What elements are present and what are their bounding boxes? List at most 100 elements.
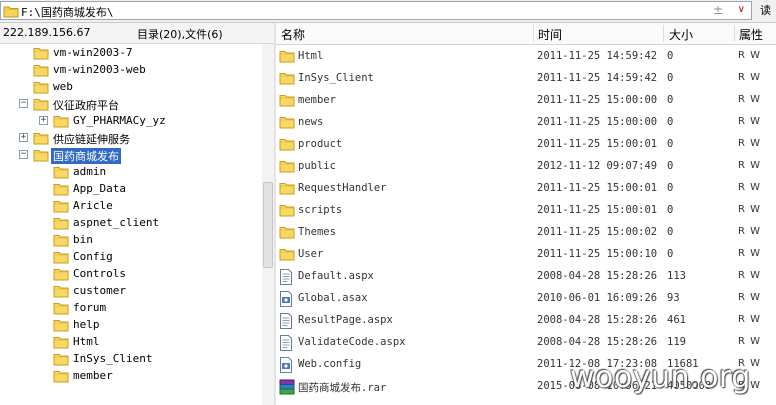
file-attr: R W xyxy=(738,50,762,61)
file-time: 2011-11-25 15:00:10 xyxy=(537,248,658,260)
spin-arrows-icon[interactable]: ± xyxy=(713,3,723,17)
tree-node[interactable]: aspnet_client xyxy=(0,215,262,232)
column-separator[interactable] xyxy=(734,25,735,42)
collapse-icon[interactable]: − xyxy=(19,99,28,108)
table-row[interactable]: ResultPage.aspx 2008-04-28 15:28:26 461 R W xyxy=(276,310,776,332)
file-attr: R W xyxy=(738,94,762,105)
tree-node[interactable]: InSys_Client xyxy=(0,351,262,368)
tree-node[interactable]: web xyxy=(0,79,262,96)
expand-icon[interactable]: + xyxy=(19,133,28,142)
file-attr: R W xyxy=(738,314,762,325)
tree-node[interactable]: Controls xyxy=(0,266,262,283)
chevron-down-icon[interactable]: ∨ xyxy=(738,4,745,15)
file-name: 国药商城发布.rar xyxy=(298,382,387,394)
tree-scrollbar[interactable] xyxy=(262,44,274,405)
expand-icon[interactable]: + xyxy=(39,116,48,125)
archive-icon xyxy=(279,379,295,398)
file-time: 2010-06-01 16:09:26 xyxy=(537,292,658,304)
document-icon xyxy=(279,335,293,354)
host-ip: 222.189.156.67 xyxy=(3,26,91,39)
tree-node[interactable]: member xyxy=(0,368,262,385)
folder-icon xyxy=(53,267,69,284)
table-row[interactable]: ValidateCode.aspx 2008-04-28 15:28:26 119 R… xyxy=(276,332,776,354)
tree-node-label: aspnet_client xyxy=(73,216,160,229)
file-attr: R W xyxy=(738,270,762,281)
tree-node[interactable]: vm-win2003-7 xyxy=(0,45,262,62)
file-attr: R W xyxy=(738,336,762,347)
table-row[interactable]: public 2012-11-12 09:07:49 0 R W xyxy=(276,156,776,178)
tree-node[interactable]: help xyxy=(0,317,262,334)
file-name: User xyxy=(298,248,324,260)
file-list[interactable]: Html 2011-11-25 14:59:42 0 R W InSys_Client 2… xyxy=(276,46,776,405)
folder-icon xyxy=(33,80,49,97)
folder-icon xyxy=(279,137,295,154)
tree-node[interactable]: − 国药商城发布 xyxy=(0,147,262,164)
file-attr: R W xyxy=(738,116,762,127)
file-list-header: 名称 时间 大小 属性 xyxy=(276,23,776,45)
tree-node-label: Html xyxy=(73,335,100,348)
table-row[interactable]: news 2011-11-25 15:00:00 0 R W xyxy=(276,112,776,134)
scrollbar-thumb[interactable] xyxy=(263,182,273,268)
file-size: 0 xyxy=(667,160,674,172)
table-row[interactable]: Html 2011-11-25 14:59:42 0 R W xyxy=(276,46,776,68)
tree-node[interactable]: + 供应链延伸服务 xyxy=(0,130,262,147)
tree-node[interactable]: vm-win2003-web xyxy=(0,62,262,79)
table-row[interactable]: product 2011-11-25 15:00:01 0 R W xyxy=(276,134,776,156)
tree-node[interactable]: admin xyxy=(0,164,262,181)
table-row[interactable]: member 2011-11-25 15:00:00 0 R W xyxy=(276,90,776,112)
tree-node[interactable]: Html xyxy=(0,334,262,351)
folder-icon xyxy=(279,159,295,176)
tree-node[interactable]: App_Data xyxy=(0,181,262,198)
table-row[interactable]: scripts 2011-11-25 15:00:01 0 R W xyxy=(276,200,776,222)
read-button[interactable]: 读 xyxy=(755,1,776,20)
table-row[interactable]: RequestHandler 2011-11-25 15:00:01 0 R W xyxy=(276,178,776,200)
file-size: 461 xyxy=(667,314,686,326)
table-row[interactable]: InSys_Client 2011-11-25 14:59:42 0 R W xyxy=(276,68,776,90)
file-time: 2011-11-25 14:59:42 xyxy=(537,72,658,84)
tree-node[interactable]: + GY_PHARMACy_yz xyxy=(0,113,262,130)
collapse-icon[interactable]: − xyxy=(19,150,28,159)
tree-node[interactable]: Config xyxy=(0,249,262,266)
tree-node[interactable]: forum xyxy=(0,300,262,317)
file-name: public xyxy=(298,160,336,172)
column-name[interactable]: 名称 xyxy=(281,26,305,43)
tree-node-label: member xyxy=(73,369,113,382)
column-size[interactable]: 大小 xyxy=(669,26,693,43)
tree-node-label: 仪征政府平台 xyxy=(53,99,119,112)
folder-icon xyxy=(53,318,69,335)
folder-icon xyxy=(3,4,19,21)
file-name: RequestHandler xyxy=(298,182,387,194)
file-name: InSys_Client xyxy=(298,72,374,84)
file-size: 119 xyxy=(667,336,686,348)
file-name: Themes xyxy=(298,226,336,238)
table-row[interactable]: Default.aspx 2008-04-28 15:28:26 113 R W xyxy=(276,266,776,288)
folder-icon xyxy=(53,369,69,386)
file-time: 2008-04-28 15:28:26 xyxy=(537,314,658,326)
folder-icon xyxy=(53,284,69,301)
file-time: 2011-11-25 15:00:00 xyxy=(537,94,658,106)
column-time[interactable]: 时间 xyxy=(538,26,562,43)
folder-tree[interactable]: vm-win2003-7 vm-win2003-web web − 仪征政府平台 + GY_… xyxy=(0,44,262,405)
address-input[interactable]: F:\国药商城发布\ ± ∨ xyxy=(0,1,752,20)
folder-icon xyxy=(53,335,69,352)
folder-icon xyxy=(279,203,295,220)
tree-node-label: Aricle xyxy=(73,199,113,212)
folder-icon xyxy=(53,301,69,318)
table-row[interactable]: Global.asax 2010-06-01 16:09:26 93 R W xyxy=(276,288,776,310)
column-separator[interactable] xyxy=(533,25,534,42)
table-row[interactable]: User 2011-11-25 15:00:10 0 R W xyxy=(276,244,776,266)
folder-icon xyxy=(33,46,49,63)
tree-node[interactable]: customer xyxy=(0,283,262,300)
tree-node[interactable]: bin xyxy=(0,232,262,249)
document-icon xyxy=(279,269,293,288)
address-path: F:\国药商城发布\ xyxy=(21,6,114,19)
tree-node[interactable]: − 仪征政府平台 xyxy=(0,96,262,113)
file-time: 2012-11-12 09:07:49 xyxy=(537,160,658,172)
column-separator[interactable] xyxy=(663,25,664,42)
column-attr[interactable]: 属性 xyxy=(739,26,763,43)
tree-node-label: App_Data xyxy=(73,182,126,195)
table-row[interactable]: Themes 2011-11-25 15:00:02 0 R W xyxy=(276,222,776,244)
tree-node[interactable]: Aricle xyxy=(0,198,262,215)
file-size: 0 xyxy=(667,116,674,128)
tree-node-label: GY_PHARMACy_yz xyxy=(73,114,166,127)
